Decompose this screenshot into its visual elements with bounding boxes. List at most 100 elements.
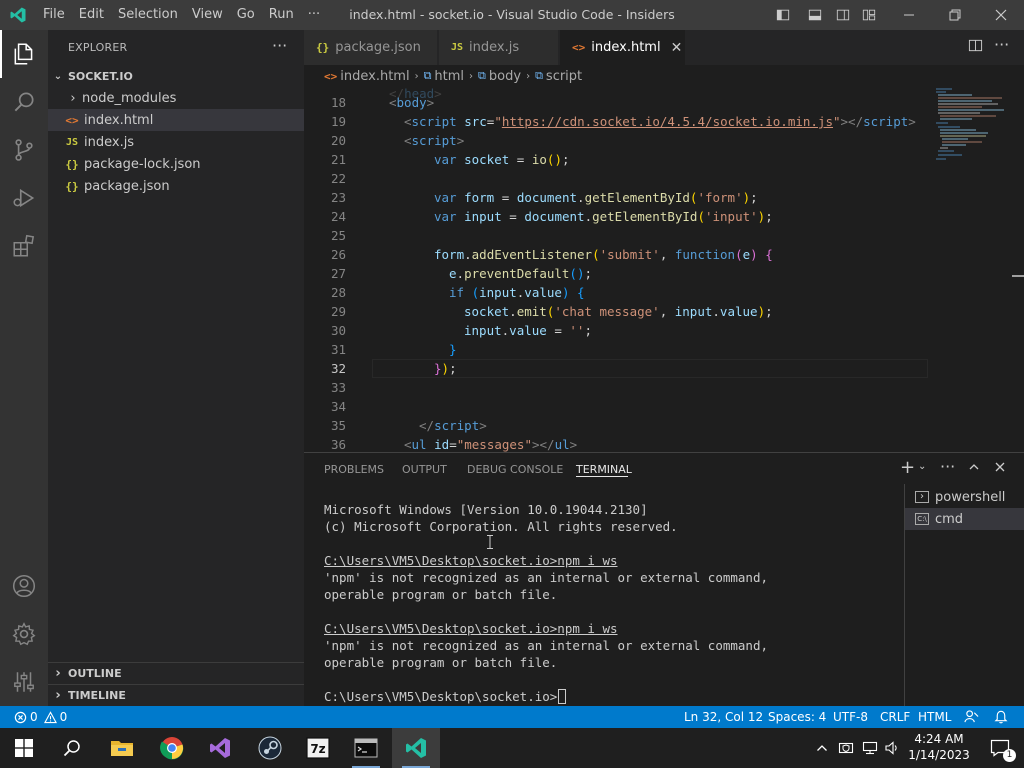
warning-icon (43, 710, 57, 724)
tab-index-html[interactable]: <> index.html ✕ (560, 30, 686, 65)
windows-start-icon[interactable] (0, 728, 48, 768)
breadcrumb-item[interactable]: html (434, 69, 464, 84)
toggle-panel-icon[interactable] (800, 0, 830, 30)
line-number: 30 (330, 323, 346, 338)
close-panel-icon[interactable] (994, 459, 1006, 477)
line-number: 36 (330, 437, 346, 452)
network-icon[interactable] (858, 728, 882, 768)
terminal-line: Microsoft Windows [Version 10.0.19044.21… (324, 502, 648, 517)
code-line: 25 (304, 226, 924, 245)
menu-selection[interactable]: Selection (111, 0, 185, 30)
run-and-debug-icon[interactable] (0, 174, 48, 222)
panel-more-actions-icon[interactable]: ··· (940, 457, 955, 476)
terminal-item-powershell[interactable]: › powershell (905, 486, 1024, 508)
line-number: 18 (330, 95, 346, 110)
tree-item-package-json[interactable]: {} package.json (48, 175, 304, 197)
source-control-icon[interactable] (0, 126, 48, 174)
indentation-status[interactable]: Spaces: 4 (768, 706, 826, 728)
vscode-insiders-logo-icon[interactable] (0, 0, 36, 30)
outline-section-header[interactable]: › OUTLINE (48, 662, 304, 684)
menu-more[interactable]: ··· (301, 0, 327, 30)
menu-go[interactable]: Go (230, 0, 262, 30)
code-line: 20 <script> (304, 131, 924, 150)
maximize-panel-icon[interactable] (968, 459, 980, 477)
toggle-primary-sidebar-icon[interactable] (768, 0, 798, 30)
terminal-line: 'npm' is not recognized as an internal o… (324, 638, 769, 653)
terminal-prompt-line[interactable]: C:\Users\VM5\Desktop\socket.io> (324, 688, 567, 705)
settings-gear-icon[interactable] (0, 610, 48, 658)
encoding-status[interactable]: UTF-8 (833, 706, 868, 728)
tree-item-label: package-lock.json (84, 156, 201, 172)
tree-item-node-modules[interactable]: › node_modules (48, 87, 304, 109)
tab-debug-console[interactable]: DEBUG CONSOLE (467, 463, 563, 476)
minimize-icon[interactable] (886, 0, 932, 30)
editor-more-actions-icon[interactable]: ··· (994, 35, 1009, 54)
tree-item-index-html[interactable]: <> index.html (48, 109, 304, 131)
search-icon[interactable] (0, 78, 48, 126)
tab-output[interactable]: OUTPUT (402, 463, 447, 476)
eol-status[interactable]: CRLF (880, 706, 910, 728)
problems-status[interactable]: 0 0 (14, 706, 67, 728)
menu-edit[interactable]: Edit (72, 0, 111, 30)
tab-index-js[interactable]: JS index.js (439, 30, 559, 65)
tree-item-label: node_modules (82, 90, 177, 106)
new-terminal-plus-icon[interactable]: + (900, 457, 915, 478)
split-editor-icon[interactable] (968, 38, 983, 57)
explorer-files-icon[interactable] (0, 30, 48, 78)
tab-terminal[interactable]: TERMINAL (576, 463, 632, 476)
element-symbol-icon: ⧉ (535, 69, 543, 82)
breadcrumb-item[interactable]: script (546, 69, 582, 84)
tree-item-index-js[interactable]: JS index.js (48, 131, 304, 153)
folder-header[interactable]: ⌄ SOCKET.IO (48, 65, 304, 87)
action-center-notifications-icon[interactable]: 1 (976, 728, 1024, 768)
volume-speaker-icon[interactable] (882, 728, 902, 768)
file-explorer-folder-icon[interactable] (98, 728, 146, 768)
customize-layout-icon[interactable] (854, 0, 884, 30)
extensions-icon[interactable] (0, 222, 48, 270)
close-window-icon[interactable] (978, 0, 1024, 30)
tab-problems[interactable]: PROBLEMS (324, 463, 384, 476)
js-file-icon: JS (65, 136, 79, 148)
terminal-prompt: C:\Users\VM5\Desktop\socket.io> (324, 689, 558, 704)
line-number: 35 (330, 418, 346, 433)
chevron-right-icon: › (70, 90, 76, 106)
minimap[interactable] (932, 87, 1012, 177)
clock[interactable]: 4:24 AM 1/14/2023 (904, 731, 974, 763)
restore-icon[interactable] (932, 0, 978, 30)
tab-package-json[interactable]: {} package.json (304, 30, 438, 65)
terminal-item-cmd[interactable]: C:\ cmd (905, 508, 1024, 530)
timeline-section-header[interactable]: › TIMELINE (48, 684, 304, 706)
menu-run[interactable]: Run (262, 0, 301, 30)
tree-item-package-lock-json[interactable]: {} package-lock.json (48, 153, 304, 175)
error-count: 0 (30, 710, 38, 724)
element-symbol-icon: ⧉ (478, 69, 486, 82)
menu-view[interactable]: View (185, 0, 230, 30)
tree-item-label: package.json (84, 178, 170, 194)
7zip-icon[interactable]: 7z (294, 728, 342, 768)
editor-vertical-scrollbar[interactable] (1012, 87, 1024, 452)
security-shield-icon[interactable] (834, 728, 858, 768)
breadcrumb-item[interactable]: index.html (340, 69, 409, 84)
accounts-icon[interactable] (0, 562, 48, 610)
close-tab-icon[interactable]: ✕ (671, 40, 683, 56)
line-number: 26 (330, 247, 346, 262)
visual-studio-icon[interactable] (196, 728, 244, 768)
svg-text:7z: 7z (310, 742, 325, 756)
cursor-position[interactable]: Ln 32, Col 12 (684, 706, 763, 728)
vscode-insiders-taskbar-icon[interactable] (392, 728, 440, 768)
status-bar: 0 0 Ln 32, Col 12 Spaces: 4 UTF-8 CRLF H… (0, 706, 1024, 728)
chrome-browser-icon[interactable] (148, 728, 196, 768)
show-hidden-icons-chevron-up-icon[interactable] (810, 728, 834, 768)
command-prompt-icon[interactable] (342, 728, 390, 768)
sidebar-more-actions-icon[interactable]: ··· (272, 36, 287, 55)
chevron-right-icon: › (526, 70, 531, 82)
language-mode[interactable]: HTML (918, 706, 951, 728)
taskbar-search-icon[interactable] (48, 728, 96, 768)
sliders-icon[interactable] (0, 658, 48, 706)
code-line: 19 <script src="https://cdn.socket.io/4.5… (304, 112, 1024, 131)
steam-icon[interactable] (246, 728, 294, 768)
breadcrumb-item[interactable]: body (489, 69, 521, 84)
menu-file[interactable]: File (36, 0, 72, 30)
chevron-down-icon[interactable]: ⌄ (918, 461, 926, 472)
code-editor[interactable]: </head> 18 <body> 19 <script src="https://… (304, 87, 1024, 452)
